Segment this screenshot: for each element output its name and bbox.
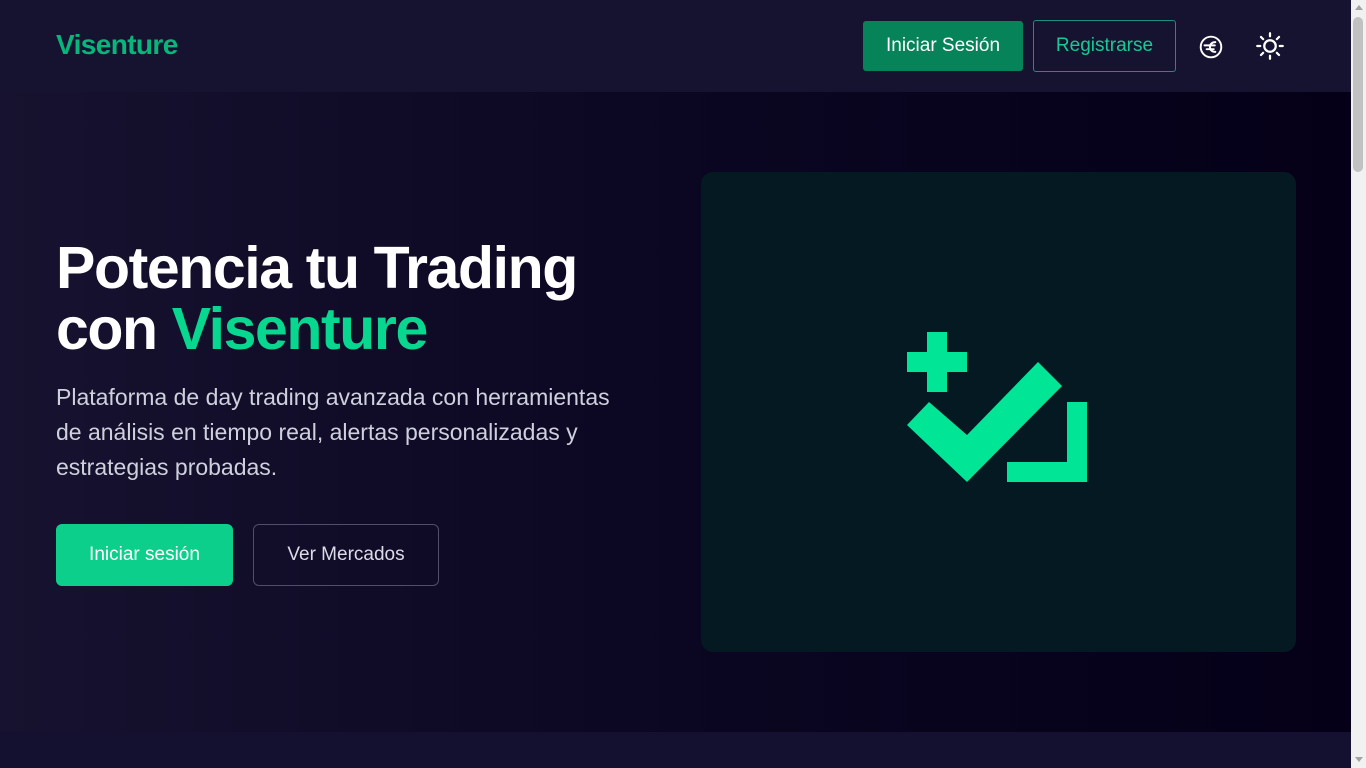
checkmark-plus-icon xyxy=(907,332,1087,482)
next-section-edge xyxy=(0,732,1351,768)
top-navbar: Visenture Iniciar Sesión Registrarse xyxy=(0,0,1351,92)
globe-icon xyxy=(1199,35,1223,59)
hero-login-button[interactable]: Iniciar sesión xyxy=(56,524,233,586)
hero-illustration-card xyxy=(701,172,1296,652)
view-markets-button[interactable]: Ver Mercados xyxy=(253,524,439,586)
hero-title-prefix: con xyxy=(56,296,158,362)
header-register-button[interactable]: Registrarse xyxy=(1033,20,1176,72)
hero-section: Potencia tu Trading con Visenture Plataf… xyxy=(0,92,1351,732)
hero-title: Potencia tu Trading con Visenture xyxy=(56,238,656,360)
scrollbar-thumb[interactable] xyxy=(1353,17,1363,172)
scroll-down-arrow-icon[interactable] xyxy=(1355,757,1363,762)
brand-logo[interactable]: Visenture xyxy=(56,29,178,61)
hero-title-line1: Potencia tu Trading xyxy=(56,235,578,301)
hero-title-brand: Visenture xyxy=(171,296,429,362)
sun-icon xyxy=(1256,32,1284,60)
scroll-up-arrow-icon[interactable] xyxy=(1355,5,1363,10)
header-login-button[interactable]: Iniciar Sesión xyxy=(863,21,1023,71)
hero-description: Plataforma de day trading avanzada con h… xyxy=(56,384,610,480)
language-button[interactable] xyxy=(1196,32,1226,62)
landing-page: Visenture Iniciar Sesión Registrarse Pot… xyxy=(0,0,1366,768)
page-scrollbar[interactable] xyxy=(1351,0,1366,768)
theme-toggle-button[interactable] xyxy=(1255,31,1285,61)
